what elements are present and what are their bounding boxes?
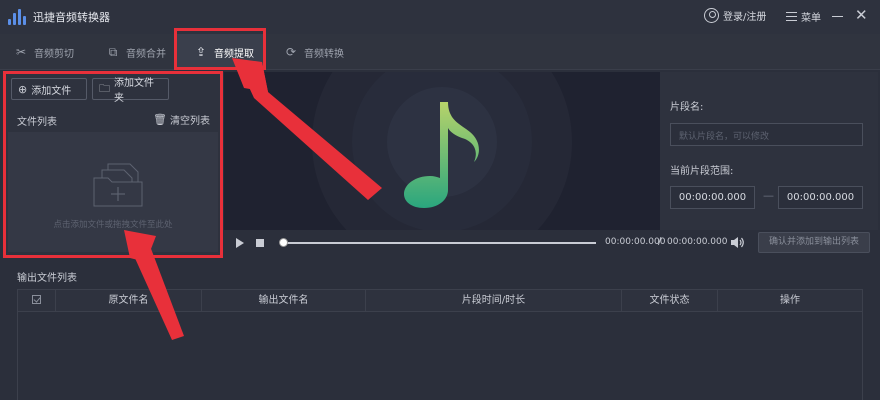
convert-icon: ⟳ (285, 45, 297, 59)
table-header: 原文件名 输出文件名 片段时间/时长 文件状态 操作 (18, 290, 862, 312)
total-time: 00:00:00.000 (667, 237, 728, 247)
range-end-input[interactable]: 00:00:00.000 (778, 186, 863, 209)
add-folder-label: 添加文件夹 (114, 78, 154, 104)
range-dash: — (763, 189, 774, 202)
segment-panel: 片段名: 默认片段名，可以修改 当前片段范围: 00:00:00.000 — 0… (660, 72, 878, 230)
confirm-add-button[interactable]: 确认并添加到输出列表 (758, 232, 870, 253)
clear-list-button[interactable]: 🗑 清空列表 (153, 112, 210, 127)
tab-label: 音频剪切 (34, 48, 74, 60)
add-folder-button[interactable]: 🗀 添加文件夹 (92, 78, 169, 104)
tab-bar: ✂ 音频剪切 ⧉ 音频合并 ⇪ 音频提取 ⟳ 音频转换 (0, 34, 880, 70)
output-title: 输出文件列表 (17, 273, 77, 284)
tab-audio-convert[interactable]: ⟳ 音频转换 (270, 34, 358, 70)
current-time: 00:00:00.000 (605, 237, 666, 247)
segment-name-label: 片段名: (670, 102, 704, 113)
menu-button[interactable]: 菜单 (786, 9, 821, 24)
plus-circle-icon: ⊕ (18, 82, 28, 96)
audio-preview (224, 72, 660, 230)
tab-label: 音频提取 (214, 48, 254, 60)
app-logo-icon (8, 9, 26, 25)
player-controls: 00:00:00.000 / 00:00:00.000 确认并添加到输出列表 (224, 230, 878, 255)
tab-audio-extract[interactable]: ⇪ 音频提取 (176, 34, 264, 70)
scissors-icon: ✂ (15, 45, 27, 59)
menu-label: 菜单 (801, 13, 821, 24)
export-icon: ⇪ (195, 45, 207, 59)
drop-hint: 点击添加文件或拖拽文件至此处 (53, 220, 173, 230)
add-file-folder-icon (93, 163, 143, 207)
tab-label: 音频转换 (304, 48, 344, 60)
folder-icon: 🗀 (99, 81, 110, 95)
output-table: 原文件名 输出文件名 片段时间/时长 文件状态 操作 (17, 289, 863, 400)
column-header: 操作 (780, 295, 800, 306)
title-bar: 迅捷音频转换器 登录/注册 菜单 ✕ (0, 0, 880, 34)
progress-knob[interactable] (279, 238, 288, 247)
clear-list-label: 清空列表 (170, 116, 210, 127)
login-label: 登录/注册 (723, 12, 767, 23)
login-button[interactable]: 登录/注册 (704, 8, 766, 23)
minimize-icon[interactable] (832, 16, 843, 17)
hamburger-icon (786, 12, 797, 21)
select-all-checkbox[interactable] (18, 290, 56, 312)
file-drop-zone[interactable] (8, 132, 218, 252)
close-icon[interactable]: ✕ (855, 8, 868, 23)
file-list-header: 文件列表 🗑 清空列表 (4, 108, 222, 130)
column-header: 片段时间/时长 (366, 290, 622, 312)
app-title: 迅捷音频转换器 (33, 11, 110, 24)
user-icon (704, 8, 719, 23)
tab-audio-merge[interactable]: ⧉ 音频合并 (92, 34, 174, 70)
checkbox-icon[interactable] (32, 295, 41, 304)
column-header: 输出文件名 (202, 290, 366, 312)
play-icon[interactable] (236, 238, 244, 248)
add-file-label: 添加文件 (31, 85, 72, 97)
file-panel: ⊕ 添加文件 🗀 添加文件夹 文件列表 🗑 清空列表 点击添加文件或拖拽文件至此… (4, 72, 222, 257)
segment-name-input[interactable]: 默认片段名，可以修改 (670, 123, 863, 146)
tab-audio-cut[interactable]: ✂ 音频剪切 (0, 34, 88, 70)
time-separator: / (658, 236, 662, 247)
column-header: 文件状态 (622, 290, 718, 312)
music-note-icon (404, 102, 479, 208)
range-label: 当前片段范围: (670, 166, 734, 177)
progress-bar[interactable] (282, 242, 596, 244)
add-file-button[interactable]: ⊕ 添加文件 (11, 78, 87, 100)
file-list-label: 文件列表 (17, 117, 57, 128)
volume-icon[interactable] (730, 236, 744, 249)
merge-icon: ⧉ (108, 44, 118, 59)
tab-label: 音频合并 (126, 48, 166, 60)
range-start-input[interactable]: 00:00:00.000 (670, 186, 755, 209)
output-section: 输出文件列表 原文件名 输出文件名 片段时间/时长 文件状态 操作 (4, 260, 878, 400)
trash-icon: 🗑 (153, 113, 167, 126)
column-header: 原文件名 (56, 290, 202, 312)
stop-icon[interactable] (256, 239, 264, 247)
